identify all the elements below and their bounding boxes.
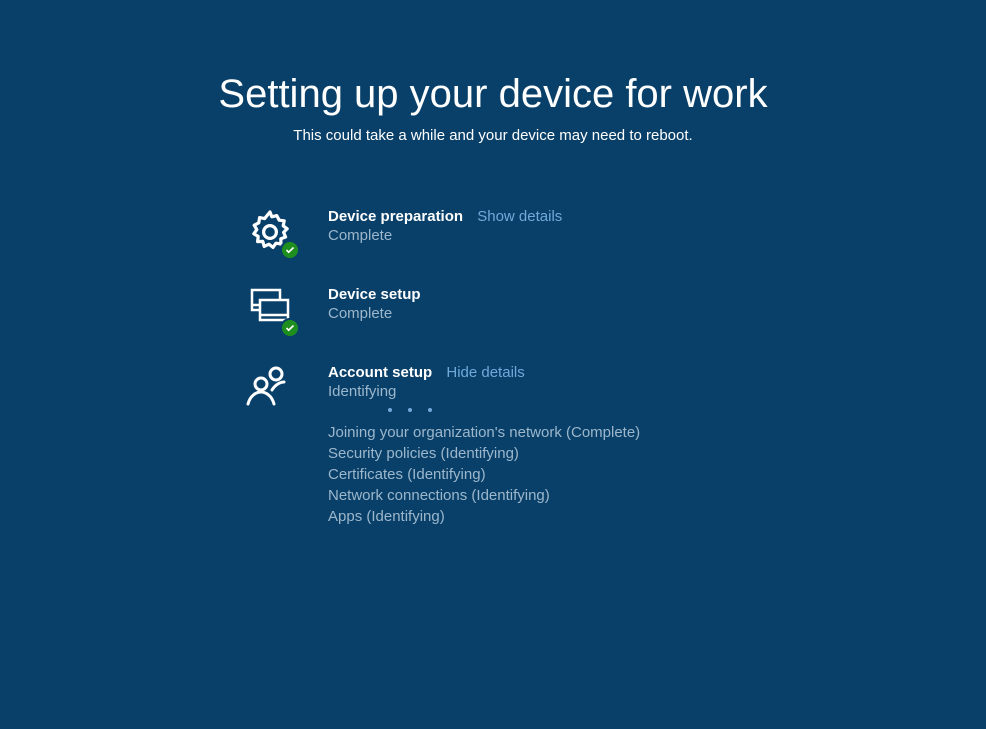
gear-icon: [246, 208, 304, 258]
detail-line: Network connections (Identifying): [328, 485, 640, 506]
detail-line: Apps (Identifying): [328, 506, 640, 527]
people-icon: [246, 364, 304, 414]
section-device-preparation: Device preparation Show details Complete: [246, 208, 986, 258]
account-setup-label: Account setup: [328, 364, 432, 381]
section-account-setup: Account setup Hide details Identifying J…: [246, 364, 986, 527]
detail-line: Security policies (Identifying): [328, 443, 640, 464]
setup-sections: Device preparation Show details Complete: [246, 208, 986, 527]
detail-line: Joining your organization's network (Com…: [328, 422, 640, 443]
setup-screen: Setting up your device for work This cou…: [0, 0, 986, 527]
detail-line: Certificates (Identifying): [328, 464, 640, 485]
account-setup-details: Joining your organization's network (Com…: [328, 422, 640, 527]
device-prep-status: Complete: [328, 227, 562, 244]
device-setup-status: Complete: [328, 305, 421, 322]
progress-indicator: [328, 408, 640, 414]
section-device-setup: Device setup Complete: [246, 286, 986, 336]
device-prep-show-details-link[interactable]: Show details: [477, 208, 562, 225]
account-setup-status: Identifying: [328, 383, 640, 400]
check-badge-icon: [280, 318, 300, 338]
check-badge-icon: [280, 240, 300, 260]
page-title: Setting up your device for work: [0, 72, 986, 117]
device-setup-label: Device setup: [328, 286, 421, 303]
account-setup-hide-details-link[interactable]: Hide details: [446, 364, 524, 381]
devices-icon: [246, 286, 304, 336]
device-prep-label: Device preparation: [328, 208, 463, 225]
page-subtitle: This could take a while and your device …: [0, 127, 986, 144]
